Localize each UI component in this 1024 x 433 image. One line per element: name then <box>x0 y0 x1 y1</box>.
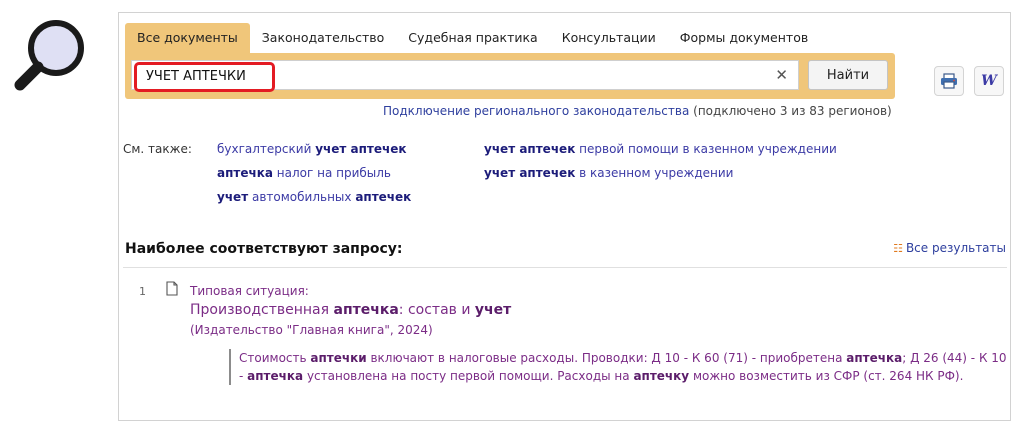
results-heading: Наиболее соответствуют запросу: <box>125 241 403 257</box>
result-snippet[interactable]: Стоимость аптечки включают в налоговые р… <box>229 349 1009 385</box>
see-also-item[interactable]: учет аптечек в казенном учреждении <box>484 166 733 180</box>
results-list-icon: ☷ <box>893 242 903 255</box>
tab-all-documents[interactable]: Все документы <box>125 23 250 53</box>
query-text: УЧЕТ АПТЕЧКИ <box>134 62 275 92</box>
clear-icon[interactable]: ✕ <box>775 67 788 83</box>
result-source: (Издательство "Главная книга", 2024) <box>190 323 433 337</box>
regional-link-text[interactable]: Подключение регионального законодательст… <box>383 104 689 118</box>
see-also-item[interactable]: аптечка налог на прибыль <box>217 166 391 180</box>
search-panel: УЧЕТ АПТЕЧКИ ✕ Найти <box>125 53 895 99</box>
regional-count: (подключено 3 из 83 регионов) <box>693 104 892 118</box>
tab-legislation[interactable]: Законодательство <box>250 23 397 53</box>
tab-bar: Все документы Законодательство Судебная … <box>125 23 820 53</box>
see-also-item[interactable]: учет аптечек первой помощи в казенном уч… <box>484 142 837 156</box>
word-icon: W <box>981 73 997 89</box>
see-also-item[interactable]: бухгалтерский учет аптечек <box>217 142 407 156</box>
print-button[interactable] <box>934 66 964 96</box>
result-title-link[interactable]: Производственная аптечка: состав и учет <box>190 302 511 318</box>
document-icon <box>166 281 178 296</box>
search-input[interactable]: УЧЕТ АПТЕЧКИ ✕ <box>131 60 799 92</box>
print-icon <box>941 73 957 89</box>
see-also-item[interactable]: учет автомобильных аптечек <box>217 190 411 204</box>
regional-legislation-link[interactable]: Подключение регионального законодательст… <box>383 104 892 118</box>
word-export-button[interactable]: W <box>974 66 1004 96</box>
tab-consultations[interactable]: Консультации <box>550 23 668 53</box>
magnifier-icon <box>14 20 84 91</box>
find-button[interactable]: Найти <box>808 60 888 90</box>
tab-document-forms[interactable]: Формы документов <box>668 23 820 53</box>
divider <box>123 267 1007 268</box>
result-kind: Типовая ситуация: <box>190 284 309 298</box>
tab-court-practice[interactable]: Судебная практика <box>396 23 549 53</box>
all-results-link[interactable]: ☷ Все результаты <box>893 241 1006 255</box>
see-also-label: См. также: <box>123 142 192 156</box>
result-number: 1 <box>139 285 146 298</box>
search-window: Все документы Законодательство Судебная … <box>118 12 1011 421</box>
